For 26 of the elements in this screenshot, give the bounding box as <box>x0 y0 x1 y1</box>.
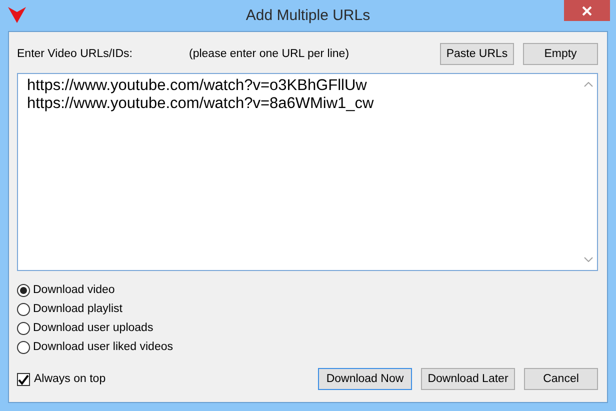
scroll-down-icon <box>584 257 593 262</box>
scroll-up-icon <box>584 82 593 87</box>
radio-label: Download user uploads <box>33 322 154 334</box>
close-icon <box>582 6 592 16</box>
toolbar-button[interactable]: Empty <box>523 43 598 65</box>
checkbox-label: Always on top <box>34 373 106 385</box>
hint-text: (please enter one URL per line) <box>189 48 350 60</box>
window-title: Add Multiple URLs <box>246 7 370 24</box>
url-line: https://www.youtube.com/watch?v=o3KBhGFllUw <box>27 77 368 95</box>
dialog-button[interactable]: Download Now <box>318 368 412 390</box>
radio-button[interactable] <box>17 302 30 316</box>
checkbox[interactable] <box>17 372 30 386</box>
urls-label: Enter Video URLs/IDs: <box>17 48 134 60</box>
urls-field[interactable]: https://www.youtube.com/watch?v=o3KBhGFllUw https://www.youtube.com/watch?v=8a6WMiw1_cw <box>17 73 598 271</box>
toolbar-button[interactable]: Paste URLs <box>440 43 514 65</box>
radio-button[interactable] <box>17 284 30 296</box>
radio-button[interactable] <box>17 340 30 354</box>
dialog-button[interactable]: Download Later <box>421 368 515 390</box>
radio-label: Download user liked videos <box>33 341 173 353</box>
radio-button[interactable] <box>17 322 30 334</box>
radio-label: Download playlist <box>33 303 122 315</box>
logo-icon <box>7 6 27 24</box>
close-button[interactable] <box>564 0 610 21</box>
radio-label: Download video <box>33 284 115 296</box>
dialog-button[interactable]: Cancel <box>524 368 598 390</box>
url-line: https://www.youtube.com/watch?v=8a6WMiw1_cw <box>27 95 375 113</box>
